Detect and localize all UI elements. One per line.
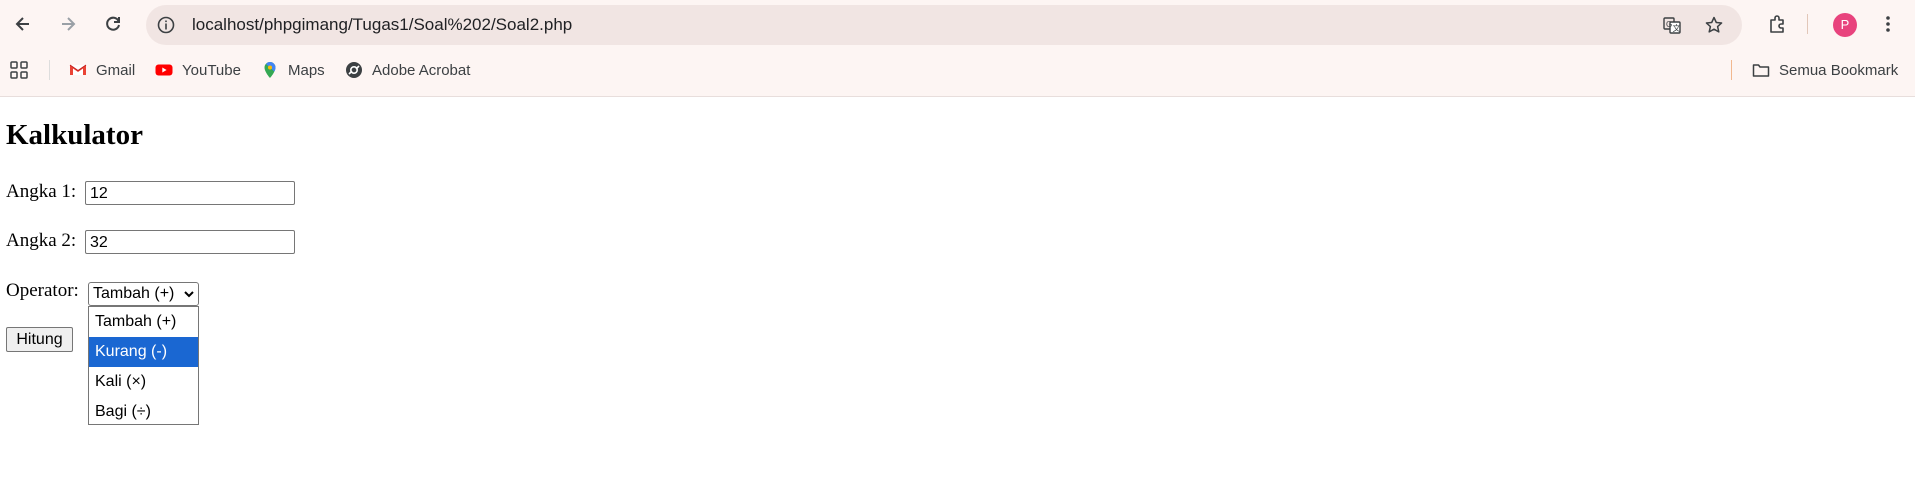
bookmark-gmail[interactable]: Gmail [69,48,135,92]
operator-select[interactable]: Tambah (+) [88,282,199,306]
operator-option-kurang[interactable]: Kurang (-) [89,337,198,367]
angka2-input[interactable]: 32 [85,230,295,254]
back-button[interactable] [7,8,39,40]
page-title: Kalkulator [6,119,143,151]
bookmark-maps[interactable]: Maps [261,48,325,92]
operator-option-tambah[interactable]: Tambah (+) [89,307,198,337]
extensions-button[interactable] [1761,8,1793,40]
forward-arrow-icon [62,17,76,31]
folder-icon [1752,64,1770,77]
svg-text:G: G [1666,20,1672,29]
youtube-icon [155,64,173,76]
more-vert-icon [1886,16,1890,32]
translate-icon[interactable]: G文 [1662,15,1682,35]
bookmark-star-icon[interactable] [1704,15,1724,35]
browser-toolbar: localhost/phpgimang/Tugas1/Soal%202/Soal… [0,0,1915,48]
angka2-label: Angka 2: [6,230,77,251]
menu-button[interactable] [1872,8,1904,40]
all-bookmarks-label: Semua Bookmark [1779,61,1899,79]
maps-icon [264,62,276,78]
angka1-label: Angka 1: [6,181,77,202]
apps-grid-icon [10,61,28,79]
bookmark-label: Adobe Acrobat [372,61,471,79]
url-text: localhost/phpgimang/Tugas1/Soal%202/Soal… [192,15,573,34]
back-arrow-icon [15,17,29,31]
angka1-input[interactable]: 12 [85,181,295,205]
profile-avatar[interactable]: P [1833,13,1857,37]
puzzle-icon [1770,15,1784,33]
operator-dropdown-list: Tambah (+) Kurang (-) Kali (×) Bagi (÷) [88,306,199,425]
operator-option-bagi[interactable]: Bagi (÷) [89,397,198,424]
site-info-icon[interactable] [156,15,176,35]
hitung-button[interactable]: Hitung [6,327,73,352]
bookmark-label: Gmail [96,61,136,79]
bookmarks-divider [49,60,50,80]
bookmark-label: Maps [288,61,325,79]
apps-button[interactable] [10,48,37,92]
forward-button[interactable] [52,8,84,40]
toolbar-divider [1807,14,1808,34]
operator-option-kali[interactable]: Kali (×) [89,367,198,397]
all-bookmarks-button[interactable]: Semua Bookmark [1752,48,1898,92]
bookmarks-right-divider [1731,60,1732,80]
chevron-down-icon [184,291,194,298]
operator-selected-value: Tambah (+) [93,285,175,302]
gmail-icon [69,64,87,75]
reload-button[interactable] [97,8,129,40]
page-content: Kalkulator Angka 1: 12 Angka 2: 32 Opera… [0,97,1915,500]
address-bar[interactable]: localhost/phpgimang/Tugas1/Soal%202/Soal… [146,5,1742,45]
acrobat-icon [346,62,362,78]
operator-label: Operator: [6,280,79,301]
bookmark-youtube[interactable]: YouTube [155,48,241,92]
bookmark-adobe-acrobat[interactable]: Adobe Acrobat [345,48,470,92]
bookmarks-bar: Gmail YouTube Maps Adobe Acrobat Semua B… [0,48,1915,97]
bookmark-label: YouTube [182,61,241,79]
svg-text:文: 文 [1673,23,1681,33]
reload-icon [106,16,120,31]
